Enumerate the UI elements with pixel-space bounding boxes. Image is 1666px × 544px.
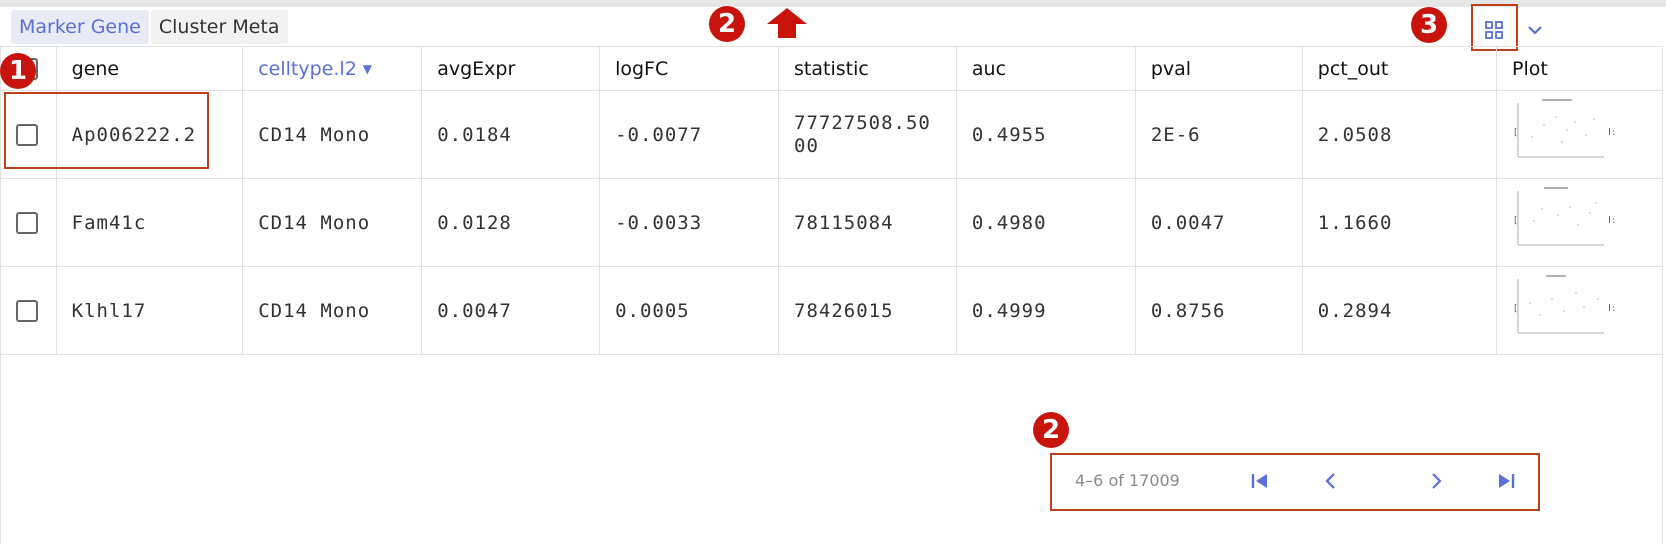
pval-cell: 0.0047 (1134, 178, 1303, 267)
plot-thumbnail[interactable]: [ I: (1512, 185, 1622, 255)
svg-text:I:: I: (1608, 215, 1616, 226)
first-page-button[interactable] (1244, 465, 1276, 497)
expand-button[interactable] (1515, 10, 1555, 50)
svg-text:[: [ (1514, 216, 1519, 226)
pct-out-cell: 1.1660 (1301, 178, 1498, 267)
plot-cell[interactable]: [ I: (1496, 266, 1663, 355)
avgexpr-cell: 0.0047 (421, 266, 601, 355)
pagination-range: 4–6 of 17009 (1075, 471, 1180, 490)
row-checkbox[interactable] (16, 211, 38, 234)
callout-2-top: 2 (709, 6, 745, 42)
first-page-icon (1251, 474, 1267, 488)
up-arrow-icon (767, 8, 807, 38)
auc-cell: 0.4999 (955, 266, 1136, 355)
statistic-cell: 78426015 (778, 266, 957, 355)
plot-thumbnail[interactable]: [ I: (1512, 273, 1622, 343)
pval-cell: 0.8756 (1134, 266, 1303, 355)
column-header-gene[interactable]: gene (55, 46, 244, 91)
plot-cell[interactable]: [ I: (1496, 178, 1663, 267)
view-tabs: Marker Gene Cluster Meta (11, 10, 288, 44)
last-page-icon (1499, 474, 1515, 488)
pval-cell: 2E-6 (1134, 90, 1303, 179)
celltype-cell: CD14 Mono (242, 266, 423, 355)
logfc-cell: -0.0077 (599, 90, 780, 179)
row-select-cell (0, 266, 57, 355)
table-row: Fam41c CD14 Mono 0.0128 -0.0033 78115084… (0, 178, 1663, 267)
column-header-avgexpr[interactable]: avgExpr (421, 46, 601, 91)
row-select-cell (0, 178, 57, 267)
gene-link[interactable]: Fam41c (55, 178, 244, 267)
plot-thumbnail[interactable]: [ I: (1512, 97, 1622, 167)
caret-down-icon[interactable]: ▼ (363, 62, 372, 76)
callout-2-bottom: 2 (1033, 412, 1069, 448)
avgexpr-cell: 0.0184 (421, 90, 601, 179)
tab-cluster-meta[interactable]: Cluster Meta (150, 10, 288, 44)
logfc-cell: -0.0033 (599, 178, 780, 267)
celltype-cell: CD14 Mono (242, 178, 423, 267)
tab-marker-gene[interactable]: Marker Gene (11, 10, 149, 44)
statistic-cell: 78115084 (778, 178, 957, 267)
highlight-box-first-row (4, 92, 209, 169)
pct-out-cell: 2.0508 (1301, 90, 1498, 179)
avgexpr-cell: 0.0128 (421, 178, 601, 267)
table-header-row: gene celltype.l2 ▼ avgExpr logFC statisti… (0, 46, 1663, 91)
next-page-button[interactable] (1420, 465, 1452, 497)
column-header-logfc[interactable]: logFC (599, 46, 780, 91)
plot-cell[interactable]: [ I: (1496, 90, 1663, 179)
column-header-pct-out[interactable]: pct_out (1301, 46, 1498, 91)
next-page-icon (1432, 473, 1442, 489)
column-header-celltype-label: celltype.l2 (258, 57, 357, 80)
svg-text:[: [ (1514, 304, 1519, 314)
logfc-cell: 0.0005 (599, 266, 780, 355)
pct-out-cell: 0.2894 (1301, 266, 1498, 355)
highlight-box-grid (1471, 4, 1518, 51)
table-row: Ap006222.2 CD14 Mono 0.0184 -0.0077 7772… (0, 90, 1663, 179)
marker-gene-table: gene celltype.l2 ▼ avgExpr logFC statisti… (0, 46, 1663, 355)
svg-text:[: [ (1514, 128, 1519, 138)
column-header-celltype[interactable]: celltype.l2 ▼ (242, 46, 423, 91)
callout-1: 1 (0, 53, 36, 89)
chevron-down-icon (1528, 26, 1542, 35)
gene-link[interactable]: Klhl17 (55, 266, 244, 355)
column-header-statistic[interactable]: statistic (778, 46, 957, 91)
column-header-plot: Plot (1496, 46, 1663, 91)
column-header-auc[interactable]: auc (955, 46, 1136, 91)
svg-text:I:: I: (1608, 303, 1616, 314)
celltype-cell: CD14 Mono (242, 90, 423, 179)
svg-text:I:: I: (1608, 127, 1616, 138)
last-page-button[interactable] (1490, 465, 1522, 497)
auc-cell: 0.4980 (955, 178, 1136, 267)
table-row: Klhl17 CD14 Mono 0.0047 0.0005 78426015 … (0, 266, 1663, 355)
column-header-pval[interactable]: pval (1134, 46, 1303, 91)
pagination-bar: 4–6 of 17009 (1053, 455, 1539, 507)
row-checkbox[interactable] (16, 299, 38, 322)
auc-cell: 0.4955 (955, 90, 1136, 179)
top-border-strip (0, 0, 1666, 7)
callout-3: 3 (1411, 7, 1447, 43)
previous-page-icon (1325, 473, 1335, 489)
previous-page-button[interactable] (1315, 465, 1347, 497)
statistic-cell: 77727508.5000 (778, 90, 957, 179)
